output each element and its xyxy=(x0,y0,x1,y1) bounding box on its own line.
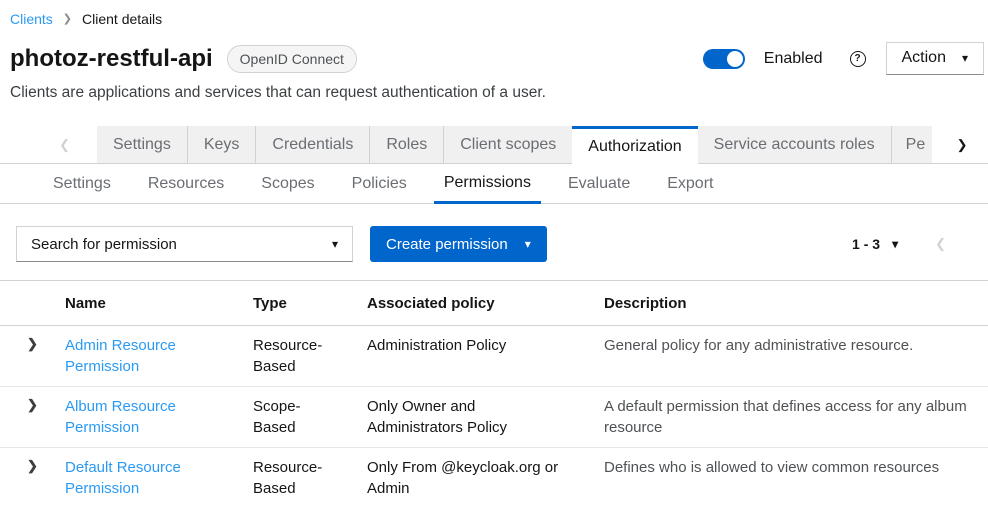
caret-down-icon: ▾ xyxy=(962,52,968,64)
permission-description: Defines who is allowed to view common re… xyxy=(588,448,988,508)
permission-type: Resource-Based xyxy=(237,326,351,387)
subtab-label: Permissions xyxy=(444,174,531,192)
permissions-toolbar: Search for permission ▾ Create permissio… xyxy=(0,204,988,280)
permission-name-link[interactable]: Default Resource Permission xyxy=(65,459,181,497)
table-header-row: Name Type Associated policy Description xyxy=(0,281,988,326)
search-permission-select[interactable]: Search for permission ▾ xyxy=(16,226,353,262)
tab-label: Keys xyxy=(204,136,240,154)
table-row: ❯ Default Resource Permission Resource-B… xyxy=(0,448,988,508)
tab-label: Client scopes xyxy=(460,136,556,154)
expand-row-chevron-icon[interactable]: ❯ xyxy=(27,336,38,351)
tab-label: Pe xyxy=(906,136,926,154)
subtab-label: Resources xyxy=(148,175,224,193)
angle-right-icon: ❯ xyxy=(957,137,968,153)
tab-label: Credentials xyxy=(272,136,353,154)
permission-policy: Administration Policy xyxy=(351,326,588,387)
pagination-range: 1 - 3 xyxy=(852,236,880,252)
permission-description: A default permission that defines access… xyxy=(588,387,988,448)
tab-client-scopes[interactable]: Client scopes xyxy=(444,126,572,164)
tab-credentials[interactable]: Credentials xyxy=(256,126,370,164)
breadcrumb-separator-icon: ❯ xyxy=(63,13,72,25)
permission-description: General policy for any administrative re… xyxy=(588,326,988,387)
pagination-prev-button[interactable]: ❮ xyxy=(935,236,946,252)
action-dropdown-label: Action xyxy=(902,49,946,67)
permission-type: Resource-Based xyxy=(237,448,351,508)
permission-name-link[interactable]: Admin Resource Permission xyxy=(65,337,176,375)
subtab-settings[interactable]: Settings xyxy=(43,164,121,203)
expand-column-header xyxy=(0,281,49,326)
subtab-scopes[interactable]: Scopes xyxy=(251,164,324,203)
expand-row-chevron-icon[interactable]: ❯ xyxy=(27,458,38,473)
tab-permissions-truncated[interactable]: Pe xyxy=(892,126,932,164)
pagination: 1 - 3 ▾ ❮ xyxy=(852,236,972,252)
pagination-options-toggle[interactable]: ▾ xyxy=(892,238,898,250)
title-wrap: photoz-restful-api OpenID Connect xyxy=(10,45,357,73)
table-row: ❯ Album Resource Permission Scope-Based … xyxy=(0,387,988,448)
create-permission-button[interactable]: Create permission ▾ xyxy=(370,226,547,262)
tab-label: Authorization xyxy=(588,138,681,156)
page-header: photoz-restful-api OpenID Connect Enable… xyxy=(0,27,988,75)
tabs-scroll-right-button[interactable]: ❯ xyxy=(932,126,988,164)
permission-policy: Only From @keycloak.org or Admin xyxy=(351,448,588,508)
column-header-type: Type xyxy=(237,281,351,326)
search-select-label: Search for permission xyxy=(31,236,177,253)
tabs-scroll-left-button[interactable]: ❮ xyxy=(0,126,97,164)
breadcrumb-current: Client details xyxy=(82,11,162,27)
help-icon[interactable]: ? xyxy=(850,51,866,67)
subtab-export[interactable]: Export xyxy=(657,164,723,203)
page-title: photoz-restful-api xyxy=(10,45,213,73)
subtab-resources[interactable]: Resources xyxy=(138,164,234,203)
permission-policy: Only Owner and Administrators Policy xyxy=(351,387,588,448)
expand-row-chevron-icon[interactable]: ❯ xyxy=(27,397,38,412)
subtab-label: Policies xyxy=(352,175,407,193)
page-subtitle: Clients are applications and services th… xyxy=(0,75,988,102)
tab-label: Settings xyxy=(113,136,171,154)
permission-name-link[interactable]: Album Resource Permission xyxy=(65,398,176,436)
tab-service-accounts-roles[interactable]: Service accounts roles xyxy=(698,126,892,164)
enabled-label: Enabled xyxy=(764,50,823,68)
tab-label: Service accounts roles xyxy=(714,136,875,154)
tab-roles[interactable]: Roles xyxy=(370,126,444,164)
action-dropdown[interactable]: Action ▾ xyxy=(886,42,985,75)
client-details-page: Clients ❯ Client details photoz-restful-… xyxy=(0,0,988,508)
authorization-subtabs: Settings Resources Scopes Policies Permi… xyxy=(0,164,988,204)
table-row: ❯ Admin Resource Permission Resource-Bas… xyxy=(0,326,988,387)
subtab-policies[interactable]: Policies xyxy=(342,164,417,203)
column-header-name: Name xyxy=(49,281,237,326)
tab-label: Roles xyxy=(386,136,427,154)
column-header-associated-policy: Associated policy xyxy=(351,281,588,326)
angle-left-icon: ❮ xyxy=(59,137,70,153)
subtab-label: Scopes xyxy=(261,175,314,193)
toggle-knob xyxy=(727,51,743,67)
breadcrumb-clients-link[interactable]: Clients xyxy=(10,11,53,27)
tab-settings[interactable]: Settings xyxy=(97,126,188,164)
permission-type: Scope-Based xyxy=(237,387,351,448)
breadcrumb: Clients ❯ Client details xyxy=(0,0,988,27)
client-tabs: ❮ Settings Keys Credentials Roles Client… xyxy=(0,126,988,164)
permissions-table: Name Type Associated policy Description … xyxy=(0,280,988,508)
create-permission-label: Create permission xyxy=(386,236,508,253)
caret-down-icon: ▾ xyxy=(332,238,338,250)
header-controls: Enabled ? Action ▾ xyxy=(703,42,984,75)
enabled-toggle[interactable] xyxy=(703,49,745,69)
subtab-evaluate[interactable]: Evaluate xyxy=(558,164,640,203)
tab-keys[interactable]: Keys xyxy=(188,126,257,164)
subtab-label: Evaluate xyxy=(568,175,630,193)
subtab-label: Export xyxy=(667,175,713,193)
subtab-permissions[interactable]: Permissions xyxy=(434,164,541,204)
column-header-description: Description xyxy=(588,281,988,326)
tab-authorization[interactable]: Authorization xyxy=(572,126,697,164)
caret-down-icon: ▾ xyxy=(525,238,531,250)
protocol-badge: OpenID Connect xyxy=(227,45,357,73)
subtab-label: Settings xyxy=(53,175,111,193)
